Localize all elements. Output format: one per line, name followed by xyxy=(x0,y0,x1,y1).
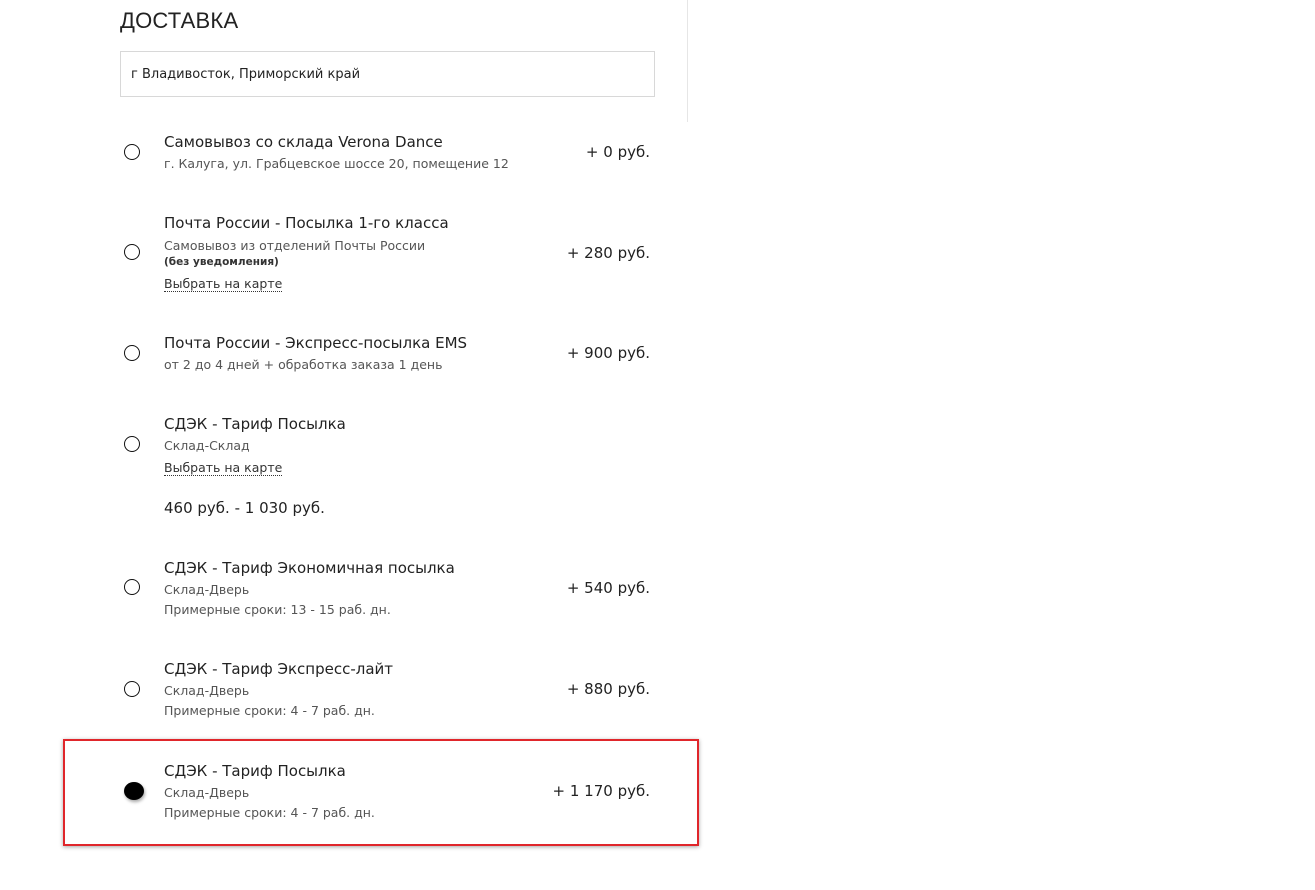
choose-on-map-link[interactable]: Выбрать на карте xyxy=(164,277,283,292)
option-terms: Примерные сроки: 4 - 7 раб. дн. xyxy=(164,703,375,718)
delivery-option-russian-post-ems[interactable]: Почта России - Экспресс-посылка EMS от 2… xyxy=(120,334,650,374)
option-price: + 880 руб. xyxy=(566,680,650,698)
option-note: (без уведомления) xyxy=(164,256,279,268)
option-subtitle: Склад-Дверь xyxy=(164,582,250,597)
radio-button[interactable] xyxy=(124,579,140,595)
radio-button[interactable] xyxy=(124,144,140,160)
option-price: + 900 руб. xyxy=(566,344,650,362)
option-title: СДЭК - Тариф Экономичная посылка xyxy=(164,559,455,577)
delivery-option-pickup-verona[interactable]: Самовывоз со склада Verona Dance г. Калу… xyxy=(120,133,650,173)
radio-button[interactable] xyxy=(124,244,140,260)
column-divider xyxy=(687,0,688,122)
delivery-option-cdek-parcel-door[interactable]: СДЭК - Тариф Посылка Склад-Дверь Примерн… xyxy=(120,762,650,822)
option-title: Самовывоз со склада Verona Dance xyxy=(164,133,443,151)
option-price: + 280 руб. xyxy=(566,244,650,262)
radio-button[interactable] xyxy=(124,345,140,361)
option-terms: Примерные сроки: 13 - 15 раб. дн. xyxy=(164,602,391,617)
option-title: Почта России - Экспресс-посылка EMS xyxy=(164,334,468,352)
delivery-option-cdek-express-lite[interactable]: СДЭК - Тариф Экспресс-лайт Склад-Дверь П… xyxy=(120,660,650,720)
delivery-option-russian-post-first-class[interactable]: Почта России - Посылка 1-го класса Самов… xyxy=(120,214,650,294)
option-subtitle: Склад-Дверь xyxy=(164,785,250,800)
option-price-range: 460 руб. - 1 030 руб. xyxy=(164,499,325,517)
option-price: + 1 170 руб. xyxy=(552,782,650,800)
choose-on-map-link[interactable]: Выбрать на карте xyxy=(164,461,283,476)
delivery-option-cdek-economy-parcel[interactable]: СДЭК - Тариф Экономичная посылка Склад-Д… xyxy=(120,559,650,619)
option-terms: Примерные сроки: 4 - 7 раб. дн. xyxy=(164,805,375,820)
option-price: + 0 руб. xyxy=(585,143,650,161)
option-subtitle: от 2 до 4 дней + обработка заказа 1 день xyxy=(164,357,443,372)
radio-button[interactable] xyxy=(124,681,140,697)
radio-button[interactable] xyxy=(124,436,140,452)
option-price: + 540 руб. xyxy=(566,579,650,597)
city-input[interactable] xyxy=(120,51,655,97)
delivery-option-cdek-parcel-warehouse[interactable]: СДЭК - Тариф Посылка Склад-Склад Выбрать… xyxy=(120,415,650,520)
radio-button-selected[interactable] xyxy=(124,782,144,800)
option-title: СДЭК - Тариф Посылка xyxy=(164,415,346,433)
option-title: СДЭК - Тариф Экспресс-лайт xyxy=(164,660,393,678)
section-title: ДОСТАВКА xyxy=(120,8,239,33)
option-subtitle: Самовывоз из отделений Почты России xyxy=(164,238,426,253)
option-title: СДЭК - Тариф Посылка xyxy=(164,762,346,780)
option-subtitle: Склад-Склад xyxy=(164,438,250,453)
option-subtitle: г. Калуга, ул. Грабцевское шоссе 20, пом… xyxy=(164,156,509,171)
option-subtitle: Склад-Дверь xyxy=(164,683,250,698)
option-title: Почта России - Посылка 1-го класса xyxy=(164,214,449,232)
